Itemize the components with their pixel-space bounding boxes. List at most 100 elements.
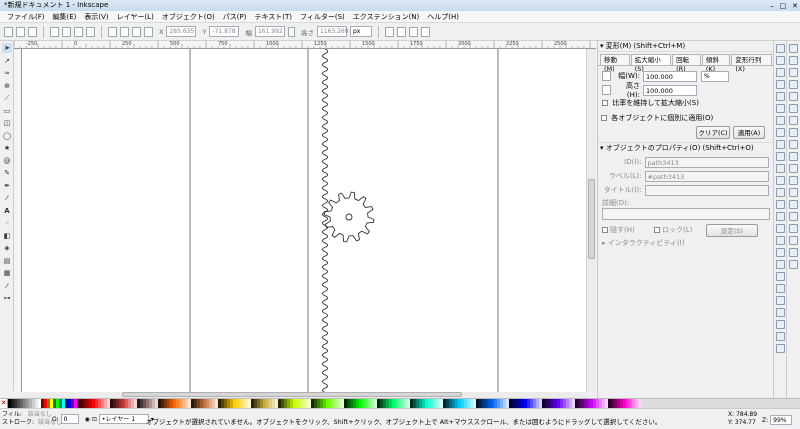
lock-checkbox[interactable] [654,227,660,233]
rotate-ccw-icon[interactable] [50,26,59,37]
scale-corners-icon[interactable] [396,26,406,37]
bucket-tool-icon[interactable]: ◈ [2,243,12,253]
hide-checkbox[interactable] [602,227,608,233]
transform-gradient-icon[interactable] [408,26,418,37]
tab-move[interactable]: 移動(M) [600,54,630,73]
menu-edit[interactable]: 編集(E) [49,11,81,23]
snap-text-baseline-icon[interactable] [789,248,798,257]
text-tool-icon[interactable]: A [2,206,12,216]
duplicate-icon[interactable] [776,212,785,221]
color-swatch[interactable] [638,399,641,408]
snap-cusp-icon[interactable] [789,152,798,161]
spiral-tool-icon[interactable]: @ [2,156,12,166]
set-button[interactable]: 設定(S) [706,223,758,237]
height-input[interactable]: 100.000 [643,84,697,96]
unlink-clone-icon[interactable] [776,236,785,245]
flip-vertical-icon[interactable] [86,26,95,37]
lower-bottom-icon[interactable] [144,26,153,37]
layer-visibility-icon[interactable]: ◉ [85,416,90,423]
deselect-icon[interactable] [28,26,37,37]
maximize-icon[interactable]: □ [780,2,787,10]
id-input[interactable]: path3413 [644,156,769,168]
snap-bbox-midpoint-icon[interactable] [789,92,798,101]
snap-nodes-icon[interactable] [789,116,798,125]
opacity-input[interactable]: 0 [60,414,79,424]
tab-skew[interactable]: 傾斜(K) [701,54,731,73]
3dbox-tool-icon[interactable]: ◫ [2,118,12,128]
menu-object[interactable]: オブジェクト(O) [158,11,219,23]
snap-guide-icon[interactable] [789,236,798,245]
fill-stroke-icon[interactable] [776,272,785,281]
menu-text[interactable]: テキスト(T) [250,11,296,23]
eraser-tool-icon[interactable]: ◧ [2,231,12,241]
no-paint-swatch[interactable]: ✕ [0,399,8,408]
label-input[interactable]: #path3413 [644,170,769,182]
snap-page-icon[interactable] [789,212,798,221]
selector-tool-icon[interactable]: ➤ [2,43,12,53]
paste-icon[interactable] [776,164,785,173]
pencil-tool-icon[interactable]: ✎ [2,168,12,178]
redo-icon[interactable] [776,128,785,137]
gear-rack-shape[interactable] [322,49,329,392]
snap-bbox-corner-icon[interactable] [789,80,798,89]
y-input[interactable]: -71.878 [209,26,240,37]
snap-grid-icon[interactable] [789,224,798,233]
lock-ratio-icon[interactable] [287,26,295,37]
tab-rotate[interactable]: 回転(R) [672,54,701,73]
raise-icon[interactable] [120,26,129,37]
cut-icon[interactable] [776,152,785,161]
undo-icon[interactable] [776,116,785,125]
open-icon[interactable] [776,56,785,65]
star-tool-icon[interactable]: ★ [2,143,12,153]
connector-tool-icon[interactable]: ⊶ [2,293,12,303]
ellipse-tool-icon[interactable]: ◯ [2,131,12,141]
text-font-icon[interactable] [776,284,785,293]
save-icon[interactable] [776,68,785,77]
current-layer-select[interactable]: •レイヤー 1 [98,414,149,424]
x-input[interactable]: 285.635 [166,26,197,37]
interactivity-expander-icon[interactable]: ▸ [602,239,606,247]
snap-others-icon[interactable] [789,260,798,269]
align-icon[interactable] [776,320,785,329]
import-icon[interactable] [776,92,785,101]
minimize-icon[interactable]: – [770,2,774,10]
pen-tool-icon[interactable]: ✒ [2,181,12,191]
expand-arrow-icon[interactable]: ▾ [600,144,604,152]
scale-unit-select[interactable]: % [701,70,729,82]
w-input[interactable]: 161.992 [254,26,285,37]
apply-button[interactable]: 適用(A) [733,126,765,139]
h-input[interactable]: 1163.269 [316,26,349,37]
flip-horizontal-icon[interactable] [74,26,83,37]
mesh-tool-icon[interactable]: ▦ [2,268,12,278]
snap-intersection-icon[interactable] [789,140,798,149]
vertical-scrollbar[interactable] [586,49,596,392]
unit-select[interactable]: px [349,26,372,37]
clone-icon[interactable] [776,224,785,233]
snap-object-center-icon[interactable] [789,188,798,197]
snap-midpoint-icon[interactable] [789,176,798,185]
gear-shape[interactable] [323,191,375,243]
rotate-cw-icon[interactable] [62,26,71,37]
snap-path-icon[interactable] [789,128,798,137]
snap-enable-icon[interactable] [789,44,798,53]
select-all-layers-icon[interactable] [16,26,25,37]
measure-tool-icon[interactable]: ⟋ [2,93,12,103]
menu-extensions[interactable]: エクステンション(N) [349,11,424,23]
snap-bbox-edge-icon[interactable] [789,68,798,77]
lower-icon[interactable] [132,26,141,37]
gradient-tool-icon[interactable]: ▤ [2,256,12,266]
horizontal-scroll-thumb[interactable] [122,392,462,397]
expand-arrow-icon[interactable]: ▾ [600,42,604,50]
zoom-page-icon[interactable] [776,200,785,209]
apply-each-checkbox[interactable] [601,115,607,121]
snap-rotation-center-icon[interactable] [789,200,798,209]
scale-stroke-icon[interactable] [384,26,394,37]
menu-view[interactable]: 表示(V) [80,11,112,23]
group-icon[interactable] [776,248,785,257]
tweak-tool-icon[interactable]: ≈ [2,68,12,78]
ungroup-icon[interactable] [776,260,785,269]
new-document-icon[interactable] [776,44,785,53]
snap-bbox-center-icon[interactable] [789,104,798,113]
calligraphy-tool-icon[interactable]: ⁄ [2,193,12,203]
tab-matrix[interactable]: 変形行列(X) [731,54,772,73]
